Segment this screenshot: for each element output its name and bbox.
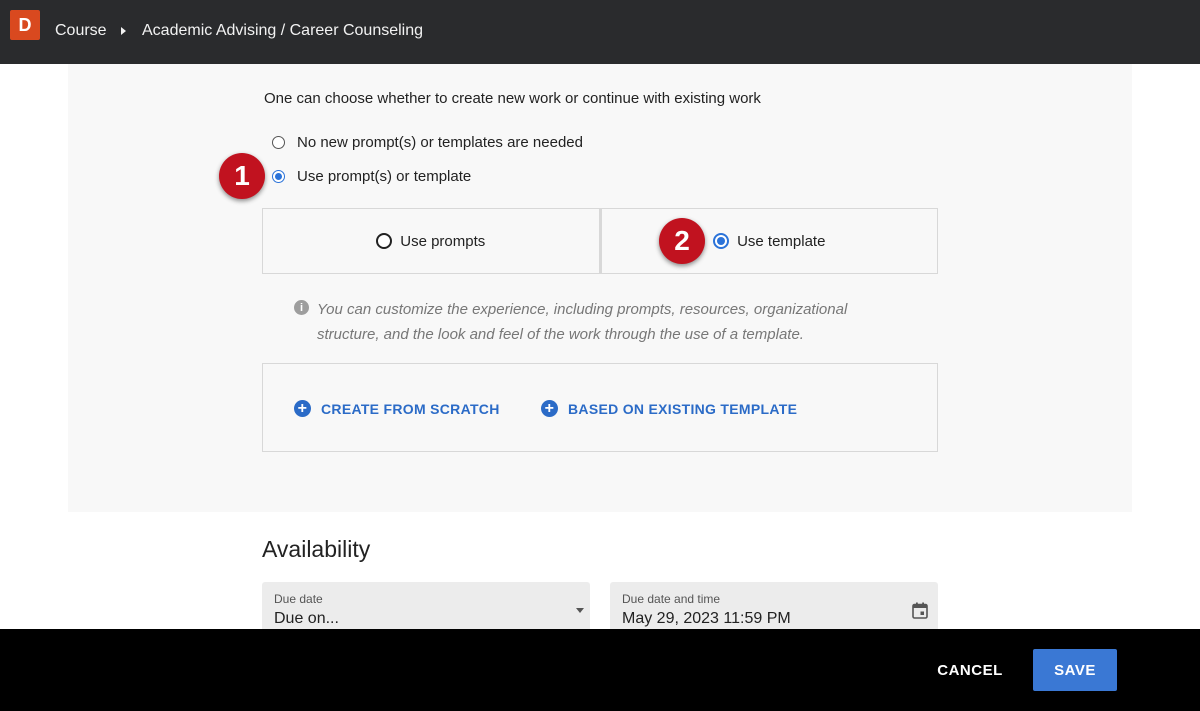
use-prompts-label: Use prompts [400, 232, 486, 250]
work-intro-text: One can choose whether to create new wor… [264, 90, 761, 107]
plus-circle-icon: + [294, 400, 311, 417]
top-bar: D Course Academic Advising / Career Coun… [0, 0, 1200, 64]
breadcrumb-course[interactable]: Course [55, 22, 107, 40]
template-info: i You can customize the experience, incl… [294, 297, 894, 347]
use-prompts-option[interactable]: Use prompts [262, 208, 600, 274]
create-from-scratch-button[interactable]: + CREATE FROM SCRATCH [294, 400, 500, 417]
breadcrumb-current: Academic Advising / Career Counseling [142, 22, 424, 39]
cancel-button[interactable]: CANCEL [930, 650, 1010, 690]
use-template-option[interactable]: Use template [599, 208, 938, 274]
due-date-time-field[interactable]: Due date and time May 29, 2023 11:59 PM [610, 582, 938, 632]
due-date-time-value: May 29, 2023 11:59 PM [622, 610, 791, 627]
create-from-scratch-label: CREATE FROM SCRATCH [321, 400, 500, 417]
template-actions-box: + CREATE FROM SCRATCH + BASED ON EXISTIN… [262, 363, 938, 452]
radio-use-prompts[interactable] [376, 233, 393, 249]
bottom-action-bar [0, 629, 1200, 711]
option-use-prompts-or-template[interactable]: Use prompt(s) or template [272, 168, 471, 185]
use-template-label: Use template [737, 232, 826, 250]
due-date-select[interactable]: Due date Due on... [262, 582, 590, 632]
availability-heading: Availability [262, 536, 371, 562]
dropdown-caret-icon[interactable] [576, 608, 584, 613]
mode-segmented-control: Use prompts Use template [262, 208, 938, 274]
plus-circle-icon: + [541, 400, 558, 417]
radio-use-template[interactable] [713, 233, 730, 249]
save-button[interactable]: SAVE [1033, 649, 1117, 691]
radio-no-new-prompts[interactable] [272, 136, 285, 149]
calendar-icon[interactable] [912, 602, 928, 624]
option-use-prompts-or-template-label: Use prompt(s) or template [297, 168, 472, 185]
due-date-label: Due date [274, 592, 323, 606]
breadcrumb-chevron-icon [121, 27, 126, 35]
template-info-text: You can customize the experience, includ… [317, 301, 848, 343]
app-logo[interactable]: D [10, 10, 40, 40]
radio-use-prompts-or-template[interactable] [272, 170, 285, 183]
option-no-new-prompts-label: No new prompt(s) or templates are needed [297, 134, 583, 151]
info-icon: i [294, 300, 309, 315]
option-no-new-prompts[interactable]: No new prompt(s) or templates are needed [272, 134, 583, 151]
based-on-existing-template-button[interactable]: + BASED ON EXISTING TEMPLATE [541, 400, 797, 417]
callout-badge-2: 2 [659, 218, 705, 264]
due-date-value: Due on... [274, 610, 339, 627]
due-date-time-label: Due date and time [622, 592, 721, 606]
based-on-existing-template-label: BASED ON EXISTING TEMPLATE [568, 400, 798, 417]
callout-badge-1: 1 [219, 153, 265, 199]
